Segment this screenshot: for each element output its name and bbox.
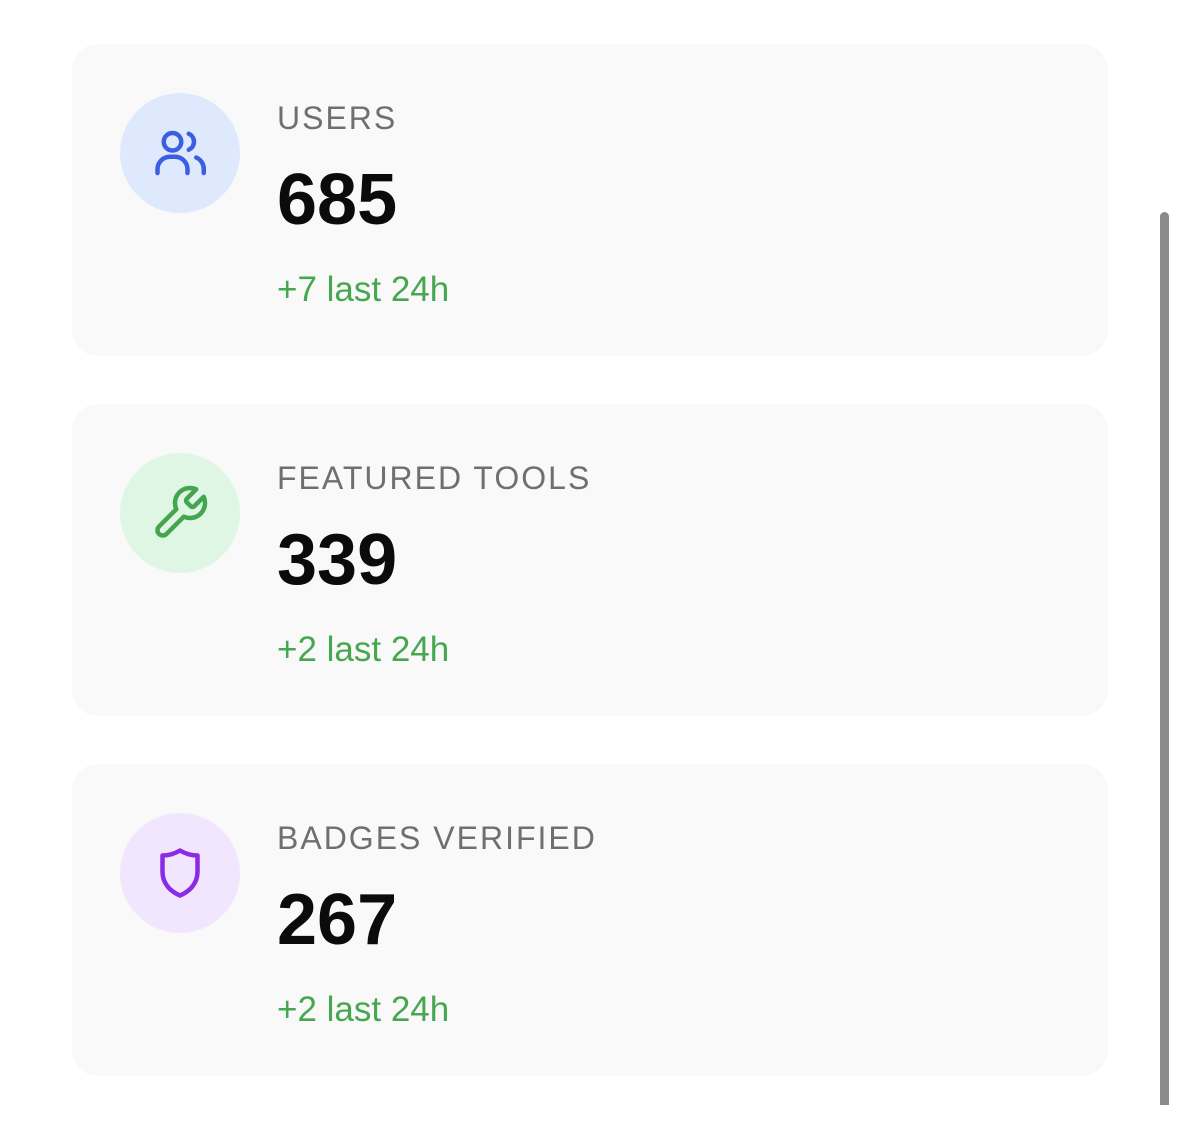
- stat-delta: +2 last 24h: [277, 630, 450, 669]
- stat-text-badges-verified: BADGES VERIFIED 267 +2 last 24h: [277, 818, 597, 1030]
- stat-text-featured-tools: FEATURED TOOLS 339 +2 last 24h: [277, 458, 591, 670]
- shield-icon: [160, 848, 200, 898]
- stat-delta: +2 last 24h: [277, 990, 450, 1029]
- shield-icon-badge: [120, 813, 240, 933]
- stat-value: 267: [277, 880, 398, 960]
- wrench-icon-badge: [120, 453, 240, 573]
- wrench-icon: [155, 485, 208, 538]
- stats-list: USERS 685 +7 last 24h FEATURED TOOLS 339…: [72, 44, 1108, 1124]
- stat-card-badges-verified: BADGES VERIFIED 267 +2 last 24h: [72, 764, 1108, 1076]
- stat-label: USERS: [277, 100, 398, 136]
- stat-card-featured-tools: FEATURED TOOLS 339 +2 last 24h: [72, 404, 1108, 716]
- users-icon-badge: [120, 93, 240, 213]
- stat-label: BADGES VERIFIED: [277, 820, 597, 856]
- users-icon: [155, 130, 207, 176]
- stat-card-users: USERS 685 +7 last 24h: [72, 44, 1108, 356]
- stat-text-users: USERS 685 +7 last 24h: [277, 98, 449, 310]
- stat-label: FEATURED TOOLS: [277, 460, 592, 496]
- stat-delta: +7 last 24h: [277, 270, 450, 309]
- scrollbar-thumb[interactable]: [1160, 212, 1169, 1105]
- stat-value: 685: [277, 160, 398, 240]
- stat-value: 339: [277, 520, 398, 600]
